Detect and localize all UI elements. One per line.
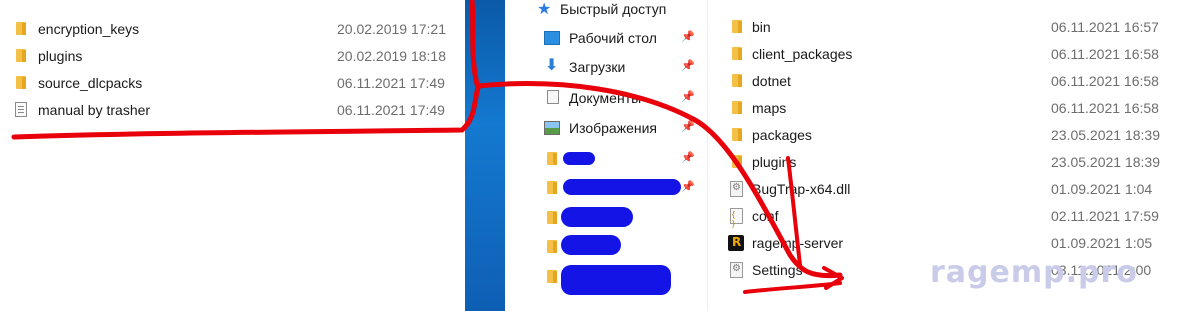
file-name: BugTrap-x64.dll [752,180,851,197]
nav-item-redacted[interactable] [505,204,708,231]
file-date: 02.11.2021 17:59 [1051,207,1159,224]
navigation-pane: ★ Быстрый доступ Рабочий стол 📌 ⬇ Загруз… [505,0,708,311]
nav-item-redacted[interactable]: 📌 [505,145,708,172]
file-name: Settings [752,261,803,278]
folder-icon [732,20,742,33]
pictures-icon [544,121,560,135]
file-row-client-packages[interactable]: client_packages 06.11.2021 16:58 [708,40,1179,67]
folder-icon [547,152,557,165]
redaction-scribble [561,207,633,227]
file-row-conf[interactable]: conf 02.11.2021 17:59 [708,202,1179,229]
nav-item-downloads[interactable]: ⬇ Загрузки 📌 [505,53,708,80]
file-name: manual by trasher [38,101,151,118]
file-row-bin[interactable]: bin 06.11.2021 16:57 [708,13,1179,40]
file-date: 01.09.2021 1:04 [1051,180,1153,197]
pin-icon[interactable]: 📌 [681,60,695,72]
file-date: 06.11.2021 17:49 [337,101,445,118]
nav-item-label: Быстрый доступ [560,0,667,17]
file-row-bugtrap-dll[interactable]: BugTrap-x64.dll 01.09.2021 1:04 [708,175,1179,202]
file-row-ragemp-server[interactable]: ragemp-server 01.09.2021 1:05 [708,229,1179,256]
file-row-dotnet[interactable]: dotnet 06.11.2021 16:58 [708,67,1179,94]
file-row-packages[interactable]: packages 23.05.2021 18:39 [708,121,1179,148]
file-row-maps[interactable]: maps 06.11.2021 16:58 [708,94,1179,121]
file-row-plugins[interactable]: plugins 23.05.2021 18:39 [708,148,1179,175]
pin-icon[interactable]: 📌 [681,91,695,103]
nav-item-redacted[interactable] [505,263,708,295]
folder-icon [732,155,742,168]
file-name: packages [752,126,812,143]
pin-icon[interactable]: 📌 [681,121,695,133]
pin-icon[interactable]: 📌 [681,181,695,193]
nav-item-label: Документы [569,89,642,106]
file-name: maps [752,99,787,116]
config-file-icon [730,207,743,228]
redaction-scribble [563,152,595,165]
file-row-source-dlcpacks[interactable]: source_dlcpacks 06.11.2021 17:49 [0,69,465,96]
file-name: encryption_keys [38,20,140,37]
nav-item-quick-access[interactable]: ★ Быстрый доступ [505,0,708,22]
folder-icon [16,76,26,89]
dll-file-icon [730,180,743,197]
watermark-logo: ragemp.pro [930,255,1138,290]
file-name: plugins [752,153,797,170]
folder-icon [547,240,557,253]
nav-item-redacted[interactable] [505,233,708,260]
folder-icon [547,211,557,224]
file-name: conf [752,207,779,224]
folder-icon [547,181,557,194]
file-name: ragemp-server [752,234,844,251]
file-name: plugins [38,47,83,64]
file-name: source_dlcpacks [38,74,143,91]
nav-item-label: Изображения [569,119,657,136]
nav-item-documents[interactable]: Документы 📌 [505,84,708,111]
file-date: 06.11.2021 17:49 [337,74,445,91]
file-date: 01.09.2021 1:05 [1051,234,1153,251]
folder-icon [732,47,742,60]
folder-icon [732,74,742,87]
file-name: bin [752,18,771,35]
file-date: 20.02.2019 17:21 [337,20,446,37]
file-date: 06.11.2021 16:58 [1051,72,1159,89]
file-date: 23.05.2021 18:39 [1051,153,1160,170]
star-icon: ★ [537,0,552,18]
file-row-manual[interactable]: manual by trasher 06.11.2021 17:49 [0,96,465,123]
file-date: 20.02.2019 18:18 [337,47,446,64]
pin-icon[interactable]: 📌 [681,152,695,164]
ragemp-app-icon [728,234,744,251]
left-file-list: encryption_keys 20.02.2019 17:21 plugins… [0,0,465,311]
folder-icon [732,101,742,114]
downloads-icon: ⬇ [545,55,559,74]
file-date: 06.11.2021 16:57 [1051,18,1159,35]
file-date: 06.11.2021 16:58 [1051,99,1159,116]
folder-icon [16,49,26,62]
redaction-scribble [561,235,621,255]
nav-item-redacted[interactable]: 📌 [505,174,708,201]
nav-item-desktop[interactable]: Рабочий стол 📌 [505,24,708,51]
file-date: 06.11.2021 16:58 [1051,45,1159,62]
pin-icon[interactable]: 📌 [681,31,695,43]
settings-file-icon [730,261,743,278]
folder-icon [16,22,26,35]
file-name: dotnet [752,72,791,89]
nav-item-pictures[interactable]: Изображения 📌 [505,114,708,141]
folder-icon [732,128,742,141]
desktop-icon [544,31,560,45]
redaction-scribble [561,265,671,295]
documents-icon [547,90,559,104]
file-name: client_packages [752,45,853,62]
file-row-plugins[interactable]: plugins 20.02.2019 18:18 [0,42,465,69]
file-date: 23.05.2021 18:39 [1051,126,1160,143]
desktop-background-strip [465,0,505,311]
folder-icon [547,270,557,283]
nav-item-label: Загрузки [569,58,626,75]
nav-item-label: Рабочий стол [569,29,657,46]
redaction-scribble [563,179,681,195]
file-row-encryption-keys[interactable]: encryption_keys 20.02.2019 17:21 [0,15,465,42]
document-icon [15,102,27,117]
